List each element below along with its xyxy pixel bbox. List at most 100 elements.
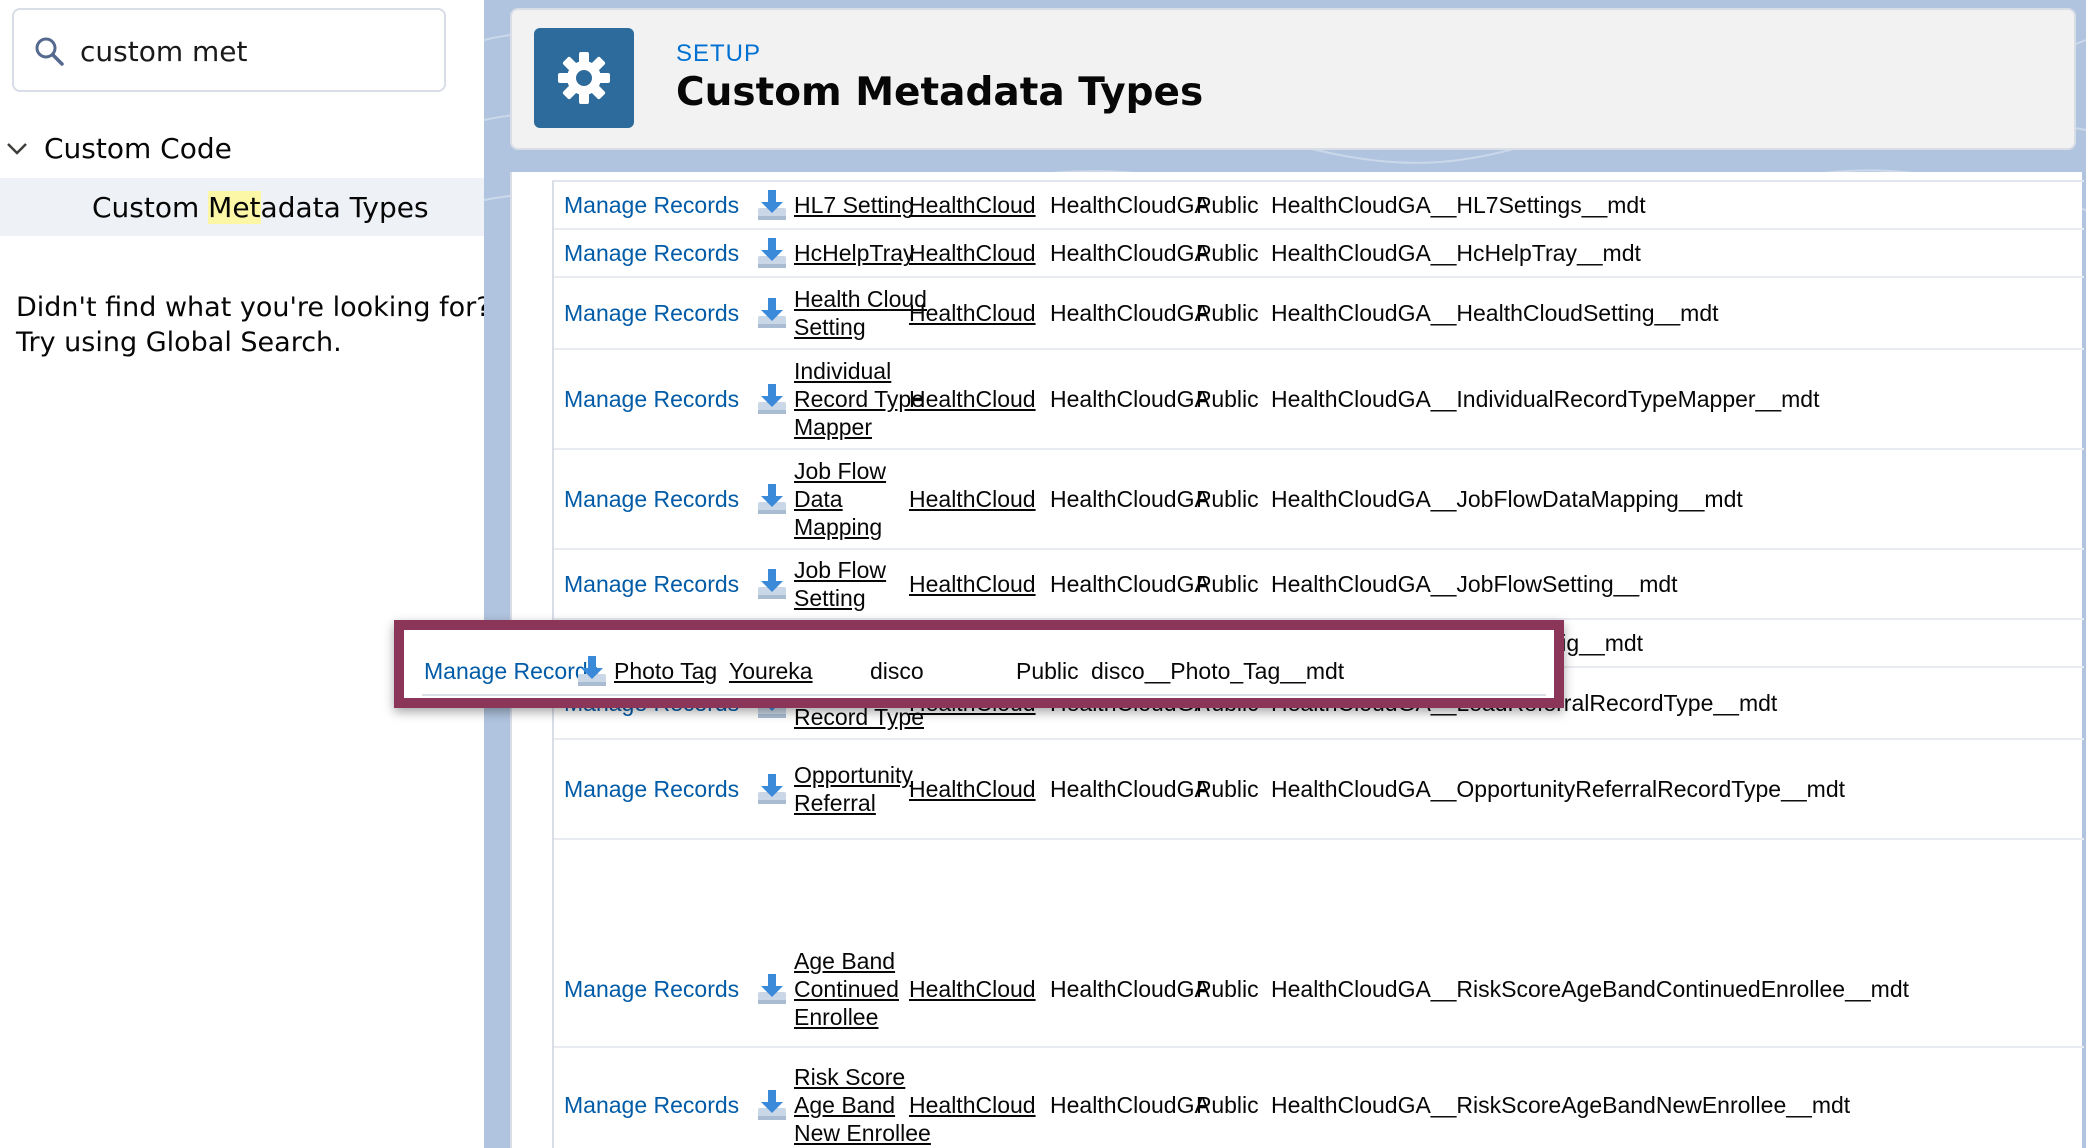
manage-records-cell: Manage Records xyxy=(564,182,739,228)
package-link[interactable]: HealthCloud xyxy=(909,1091,1036,1119)
visibility-cell: Public xyxy=(1196,485,1259,512)
package-cell: HealthCloud xyxy=(909,278,1036,348)
namespace-cell: HealthCloudGA xyxy=(1050,485,1210,512)
tree-item-label: Custom Metadata Types xyxy=(92,190,429,224)
quick-find-input[interactable] xyxy=(78,24,432,78)
download-icon[interactable] xyxy=(756,236,788,270)
tree-item-custom-metadata-types[interactable]: Custom Metadata Types xyxy=(0,178,484,236)
quick-find-search[interactable] xyxy=(12,8,446,92)
label-line: Setting xyxy=(794,585,866,611)
package-link[interactable]: HealthCloud xyxy=(909,975,1036,1003)
download-cell xyxy=(756,932,788,1046)
download-icon[interactable] xyxy=(756,188,788,222)
visibility-cell: Public xyxy=(1196,570,1259,597)
download-cell xyxy=(756,278,788,348)
label-line: Job Flow xyxy=(794,458,887,484)
metadata-type-label-link[interactable]: Photo Tag xyxy=(614,657,717,685)
download-icon[interactable] xyxy=(756,482,788,516)
manage-records-link[interactable]: Manage Records xyxy=(564,300,739,327)
label-line: HL7 Setting xyxy=(794,192,915,218)
no-results-message: Didn't find what you're looking for? Try… xyxy=(16,290,491,360)
label-line: Age Band xyxy=(794,948,896,974)
package-link[interactable]: HealthCloud xyxy=(909,570,1036,598)
package-cell: HealthCloud xyxy=(909,740,1036,838)
download-icon[interactable] xyxy=(576,654,608,688)
manage-records-link[interactable]: Manage Records xyxy=(564,486,739,513)
metadata-type-label-link[interactable]: Job Flow Data Mapping xyxy=(794,457,886,541)
manage-records-cell: Manage Records xyxy=(564,740,739,838)
chevron-down-icon[interactable] xyxy=(4,135,30,161)
gear-icon xyxy=(558,52,610,104)
manage-records-link[interactable]: Manage Records xyxy=(564,1092,739,1119)
namespace-cell: HealthCloudGA xyxy=(1050,570,1210,597)
metadata-type-label-link[interactable]: Job Flow Setting xyxy=(794,556,886,612)
namespace-cell: HealthCloudGA xyxy=(1050,239,1210,266)
namespace-cell: HealthCloudGA xyxy=(1050,975,1210,1002)
visibility-cell: Public xyxy=(1196,775,1259,802)
metadata-type-label-link[interactable]: Health Cloud Setting xyxy=(794,285,927,341)
download-icon[interactable] xyxy=(756,772,788,806)
namespace-cell: disco xyxy=(870,657,924,684)
label-line: Individual xyxy=(794,358,892,384)
label-line: Record Type xyxy=(794,386,924,412)
package-link[interactable]: HealthCloud xyxy=(909,485,1036,513)
search-icon xyxy=(35,37,64,66)
no-results-line-1: Didn't find what you're looking for? xyxy=(16,292,491,323)
table-row: Manage Records Individual Record Type Mappe… xyxy=(554,350,2084,450)
download-cell xyxy=(756,182,788,228)
manage-records-link[interactable]: Manage Records xyxy=(564,240,739,267)
namespace-cell: HealthCloudGA xyxy=(1050,299,1210,326)
manage-records-cell: Manage Records xyxy=(564,932,739,1046)
package-link[interactable]: HealthCloud xyxy=(909,191,1036,219)
tree-group-label: Custom Code xyxy=(44,131,232,165)
metadata-type-label-link[interactable]: Age Band Continued Enrollee xyxy=(794,947,899,1031)
visibility-cell: Public xyxy=(1196,239,1259,266)
download-icon[interactable] xyxy=(756,382,788,416)
api-name-cell: HealthCloudGA__IndividualRecordTypeMappe… xyxy=(1271,385,1820,412)
download-cell xyxy=(756,550,788,618)
label-line: Photo Tag xyxy=(614,658,718,684)
package-link[interactable]: Youreka xyxy=(729,657,813,685)
download-icon[interactable] xyxy=(756,1088,788,1122)
manage-records-link[interactable]: Manage Records xyxy=(564,776,739,803)
metadata-type-label-link[interactable]: HL7 Setting xyxy=(794,191,914,219)
visibility-cell: Public xyxy=(1196,1091,1259,1118)
label-line: Continued xyxy=(794,976,899,1002)
metadata-type-label-link[interactable]: HcHelpTray xyxy=(794,239,915,267)
main-content: SETUP Custom Metadata Types Manage Recor… xyxy=(484,0,2086,1148)
download-icon[interactable] xyxy=(756,972,788,1006)
label-line: Opportunity xyxy=(794,762,913,788)
setup-sidebar: Custom Code Custom Metadata Types Didn't… xyxy=(0,0,491,1148)
package-link[interactable]: HealthCloud xyxy=(909,775,1036,803)
api-name-cell: HealthCloudGA__JobFlowSetting__mdt xyxy=(1271,570,1678,597)
visibility-cell: Public xyxy=(1016,657,1079,684)
download-icon[interactable] xyxy=(756,296,788,330)
download-icon[interactable] xyxy=(756,567,788,601)
api-name-cell: HealthCloudGA__HL7Settings__mdt xyxy=(1271,191,1646,218)
manage-records-link[interactable]: Manage Records xyxy=(564,976,739,1003)
manage-records-cell: Manage Records xyxy=(564,450,739,548)
manage-records-cell: Manage Records xyxy=(424,648,599,694)
manage-records-link[interactable]: Manage Records xyxy=(564,386,739,413)
manage-records-link[interactable]: Manage Records xyxy=(564,192,739,219)
package-link[interactable]: HealthCloud xyxy=(909,239,1036,267)
label-line: Enrollee xyxy=(794,1004,879,1030)
metadata-type-label-link[interactable]: Individual Record Type Mapper xyxy=(794,357,924,441)
label-line: Mapper xyxy=(794,414,872,440)
highlighted-row-callout: Manage Records Photo Tag Youreka disco Publi… xyxy=(394,620,1564,708)
package-cell: HealthCloud xyxy=(909,182,1036,228)
manage-records-link[interactable]: Manage Records xyxy=(424,658,599,685)
namespace-cell: HealthCloudGA xyxy=(1050,775,1210,802)
manage-records-link[interactable]: Manage Records xyxy=(564,571,739,598)
package-cell: Youreka xyxy=(729,648,813,694)
label-line: Risk Score xyxy=(794,1064,906,1090)
tree-group-custom-code[interactable]: Custom Code xyxy=(0,124,484,172)
package-link[interactable]: HealthCloud xyxy=(909,385,1036,413)
label-line: HcHelpTray xyxy=(794,240,915,266)
package-link[interactable]: HealthCloud xyxy=(909,299,1036,327)
label-line: Mapping xyxy=(794,514,883,540)
visibility-cell: Public xyxy=(1196,191,1259,218)
namespace-cell: HealthCloudGA xyxy=(1050,1091,1210,1118)
namespace-cell: HealthCloudGA xyxy=(1050,385,1210,412)
metadata-type-label-link[interactable]: Opportunity Referral xyxy=(794,761,913,817)
